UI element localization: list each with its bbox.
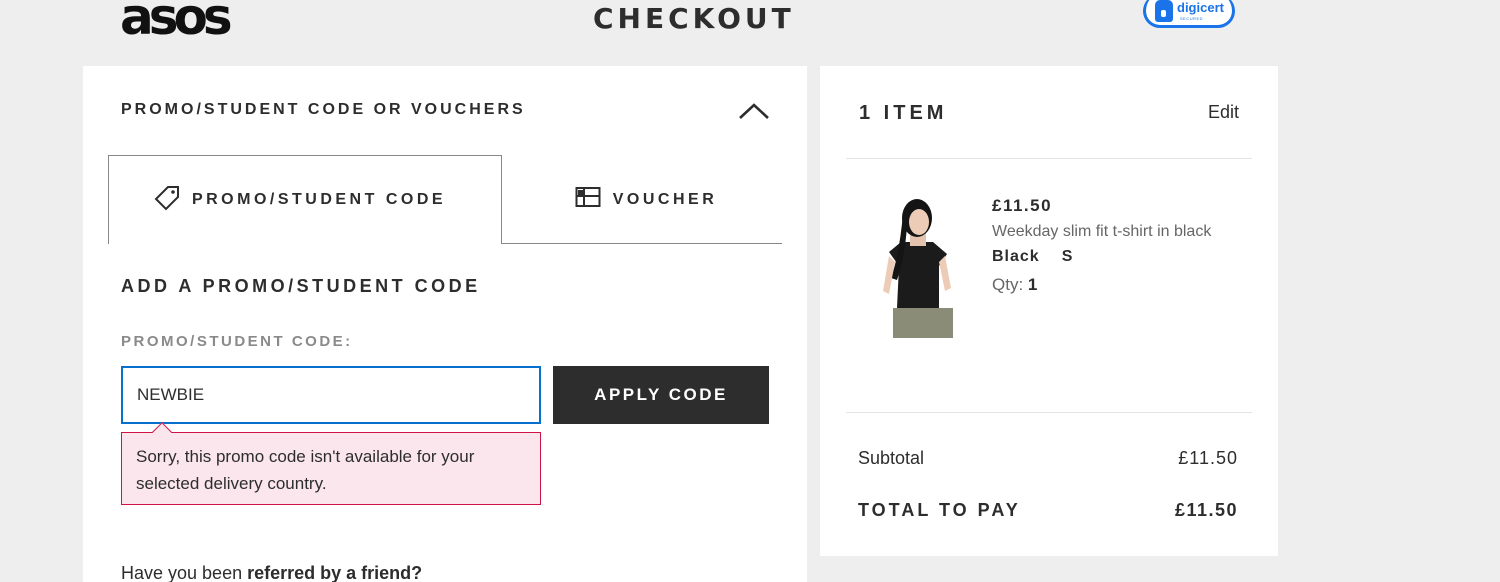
product-price: £11.50 [992, 196, 1053, 215]
promo-error-message: Sorry, this promo code isn't available f… [121, 422, 541, 505]
summary-divider-top [846, 158, 1252, 159]
chevron-up-icon[interactable] [738, 102, 770, 122]
tab-voucher[interactable]: VOUCHER [502, 155, 782, 244]
page-title: CHECKOUT [593, 2, 795, 35]
promo-field-label: PROMO/STUDENT CODE: [121, 333, 353, 350]
error-pointer [152, 422, 172, 442]
error-text: Sorry, this promo code isn't available f… [136, 447, 475, 493]
product-quantity: Qty: 1 [992, 275, 1037, 295]
promo-panel: PROMO/STUDENT CODE OR VOUCHERS PROMO/STU… [83, 66, 807, 582]
tab-promo-student-code[interactable]: PROMO/STUDENT CODE [108, 155, 502, 244]
product-size: S [1061, 248, 1074, 265]
tag-icon [154, 185, 180, 216]
lock-icon [1155, 0, 1173, 22]
order-summary-panel: 1 ITEM Edit £11.50 Weekday slim fit t-sh… [820, 66, 1278, 556]
edit-bag-link[interactable]: Edit [1208, 102, 1239, 123]
summary-divider-bottom [846, 412, 1252, 413]
tab-promo-label: PROMO/STUDENT CODE [191, 191, 447, 208]
referral-link[interactable]: referred by a friend? [247, 563, 422, 582]
subtotal-value: £11.50 [1178, 448, 1238, 468]
item-count-heading: 1 ITEM [859, 102, 948, 124]
add-code-heading: ADD A PROMO/STUDENT CODE [121, 276, 481, 296]
total-label: TOTAL TO PAY [858, 500, 1021, 520]
apply-code-button[interactable]: APPLY CODE [553, 366, 769, 424]
referral-prompt: Have you been referred by a friend? [121, 563, 422, 582]
promo-code-input[interactable] [121, 366, 541, 424]
promo-section-heading: PROMO/STUDENT CODE OR VOUCHERS [121, 101, 526, 118]
digicert-secured: SECURED [1180, 16, 1204, 21]
subtotal-label: Subtotal [858, 448, 925, 468]
voucher-icon [575, 186, 601, 213]
promo-tabs: PROMO/STUDENT CODE VOUCHER [108, 155, 782, 244]
product-name: Weekday slim fit t-shirt in black [992, 223, 1212, 240]
referral-prefix: Have you been [121, 563, 248, 582]
digicert-brand: digicert [1177, 0, 1224, 15]
total-value: £11.50 [1174, 500, 1238, 520]
asos-logo[interactable]: asos [120, 0, 233, 46]
qty-label: Qty: [992, 275, 1024, 294]
qty-value: 1 [1027, 275, 1038, 294]
product-color: Black [992, 248, 1040, 265]
tab-voucher-label: VOUCHER [612, 190, 718, 208]
digicert-badge: digicert SECURED [1143, 0, 1235, 28]
product-image [875, 196, 960, 338]
product-attributes: Black S [992, 248, 1073, 266]
